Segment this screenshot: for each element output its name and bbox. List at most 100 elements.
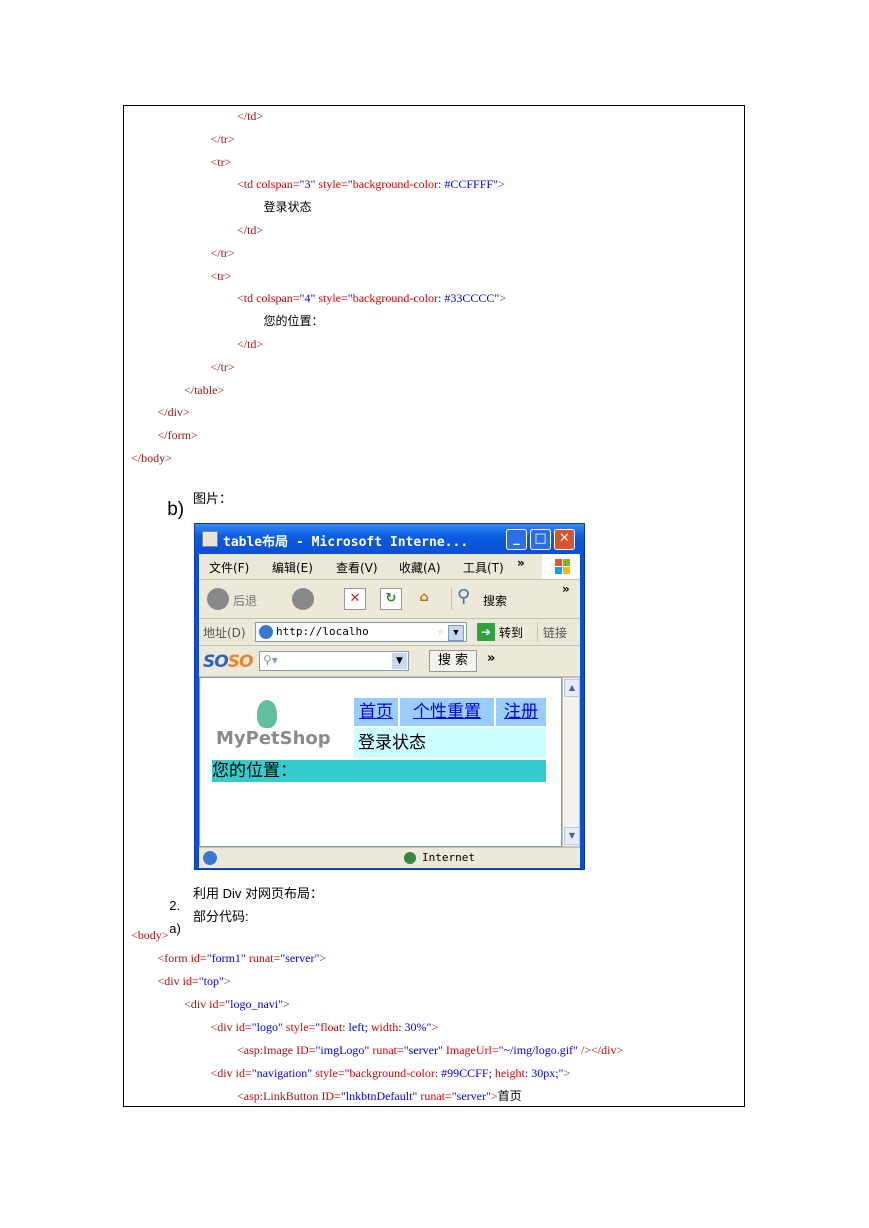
- soso-logo: SOSO: [203, 652, 253, 672]
- soso-more-chevron[interactable]: »: [487, 651, 495, 666]
- toolbar-more-chevron[interactable]: »: [562, 582, 570, 596]
- code-line: 您的位置：: [264, 314, 324, 328]
- code-token: colspan=: [256, 291, 300, 306]
- code-token: </body>: [131, 451, 172, 465]
- address-label: 地址(D): [203, 626, 246, 640]
- search-icon[interactable]: ⚲: [457, 586, 470, 607]
- code-token: >: [497, 177, 505, 192]
- home-icon[interactable]: ⌂: [413, 588, 435, 610]
- menu-file[interactable]: 文件(F): [209, 559, 249, 576]
- code-token: </td>: [237, 223, 264, 237]
- globe-icon: [404, 852, 416, 864]
- code-token: "logo_navi": [225, 997, 284, 1011]
- menu-edit[interactable]: 编辑(E): [272, 559, 313, 576]
- maximize-button[interactable]: □: [530, 529, 551, 550]
- forward-arrow-icon[interactable]: [292, 588, 314, 610]
- links-label[interactable]: 链接: [543, 624, 567, 641]
- address-bar: 地址(D) http://localho ☆ ▼ ➔ 转到 链接: [199, 619, 580, 646]
- nav-link-home[interactable]: 首页: [354, 698, 398, 726]
- code-line: <td colspan="3" style="background-color:…: [237, 177, 505, 191]
- logo-text: MyPetShop: [216, 728, 331, 749]
- section-b-marker: b): [167, 499, 185, 520]
- dropdown-arrow-icon[interactable]: ▼: [448, 625, 464, 641]
- dropdown-arrow-icon[interactable]: ▼: [392, 653, 407, 669]
- ie-page-icon: [259, 625, 273, 639]
- favorite-star-icon[interactable]: ☆: [437, 623, 444, 641]
- code-token: "lnkbtnDefault": [340, 1089, 418, 1103]
- code-line: <asp:LinkButton ID="lnkbtnDefault" runat…: [237, 1089, 522, 1103]
- soso-search-button[interactable]: 搜 索: [429, 650, 477, 672]
- links-divider: [537, 622, 538, 642]
- code-token: background-color: [352, 291, 438, 306]
- scroll-down-icon[interactable]: ▼: [564, 827, 580, 845]
- browser-chrome: 文件(F) 编辑(E) 查看(V) 收藏(A) 工具(T) » 后退 ✕ ↻ ⌂…: [199, 554, 580, 868]
- go-label[interactable]: 转到: [499, 624, 523, 641]
- code-line: </tr>: [211, 132, 235, 146]
- code-token: >: [319, 951, 327, 965]
- code-token: "server": [280, 951, 320, 965]
- code-token: background-color: [349, 1066, 435, 1080]
- code-token: </table>: [184, 382, 225, 397]
- code-token: <tr>: [210, 154, 232, 169]
- ie-page-icon: [202, 531, 218, 547]
- code-line: <div id="navigation" style="background-c…: [211, 1066, 571, 1080]
- position-cell: 您的位置：: [212, 760, 546, 782]
- soso-search-input[interactable]: ⚲▾ ▼: [259, 651, 409, 671]
- code-token: >: [563, 1066, 571, 1080]
- code-token: </div>: [157, 405, 190, 420]
- nav-link-register[interactable]: 注册: [496, 698, 546, 726]
- code-token: <td: [237, 177, 257, 192]
- code-line: </td>: [237, 109, 263, 123]
- parrot-logo-icon: [257, 700, 277, 728]
- code-line: <div id="logo" style="float: left; width…: [211, 1020, 439, 1034]
- code-token: </tr>: [210, 359, 235, 374]
- code-line: <body>: [131, 928, 169, 942]
- menu-more-chevron[interactable]: »: [517, 556, 525, 570]
- vertical-scrollbar[interactable]: ▲ ▼: [562, 677, 580, 847]
- code-token: "imgLogo": [315, 1043, 370, 1057]
- code-token: <div: [184, 997, 210, 1011]
- code-token: "form1": [206, 951, 246, 965]
- code-token: >: [431, 1020, 439, 1034]
- code-token: <asp:Image: [237, 1043, 297, 1057]
- code-token: >: [283, 997, 290, 1011]
- code-token: ID=: [321, 1089, 341, 1103]
- page-content: MyPetShop 首页 个性重置 注册 登录状态 您的位置：: [199, 677, 562, 847]
- search-label[interactable]: 搜索: [483, 592, 507, 609]
- menu-tools[interactable]: 工具(T): [463, 559, 504, 576]
- code-token: <tr>: [210, 268, 232, 283]
- minimize-button[interactable]: _: [506, 529, 527, 550]
- code-token: 登录状态: [263, 200, 312, 215]
- code-token: : #CCFFFF": [438, 177, 498, 192]
- go-arrow-icon[interactable]: ➔: [477, 623, 495, 641]
- code-line: <form id="form1" runat="server">: [158, 951, 327, 965]
- menu-favorites[interactable]: 收藏(A): [399, 559, 441, 576]
- code-token: >: [490, 1089, 498, 1103]
- code-token: id=: [182, 974, 199, 988]
- code-token: 您的位置：: [263, 314, 324, 329]
- code-token: >: [499, 291, 507, 306]
- refresh-icon[interactable]: ↻: [380, 588, 402, 610]
- soso-toolbar: SOSO ⚲▾ ▼ 搜 索 »: [199, 646, 580, 677]
- code-token: id=: [190, 951, 207, 965]
- code-token: </tr>: [210, 131, 235, 146]
- section-b-heading: b) 图片：: [160, 484, 232, 536]
- code-line: </td>: [237, 337, 263, 351]
- stop-icon[interactable]: ✕: [344, 588, 366, 610]
- nav-link-personalize[interactable]: 个性重置: [400, 698, 494, 726]
- code-token: <asp:LinkButton: [237, 1089, 322, 1103]
- section-b-label: 图片：: [193, 491, 233, 506]
- back-label[interactable]: 后退: [233, 592, 257, 609]
- code-token: : left;: [342, 1020, 371, 1034]
- code-token: "~/img/logo.gif": [498, 1043, 578, 1057]
- scroll-up-icon[interactable]: ▲: [564, 679, 580, 697]
- code-token: id=: [235, 1066, 252, 1080]
- address-input[interactable]: http://localho ☆ ▼: [255, 622, 467, 642]
- code-token: <div: [210, 1066, 236, 1080]
- status-bar: Internet: [199, 847, 580, 868]
- code-token: : #33CCCC": [438, 291, 500, 306]
- back-arrow-icon[interactable]: [207, 588, 229, 610]
- close-button[interactable]: ✕: [554, 529, 575, 550]
- menu-view[interactable]: 查看(V): [336, 559, 378, 576]
- code-token: <form: [157, 951, 191, 965]
